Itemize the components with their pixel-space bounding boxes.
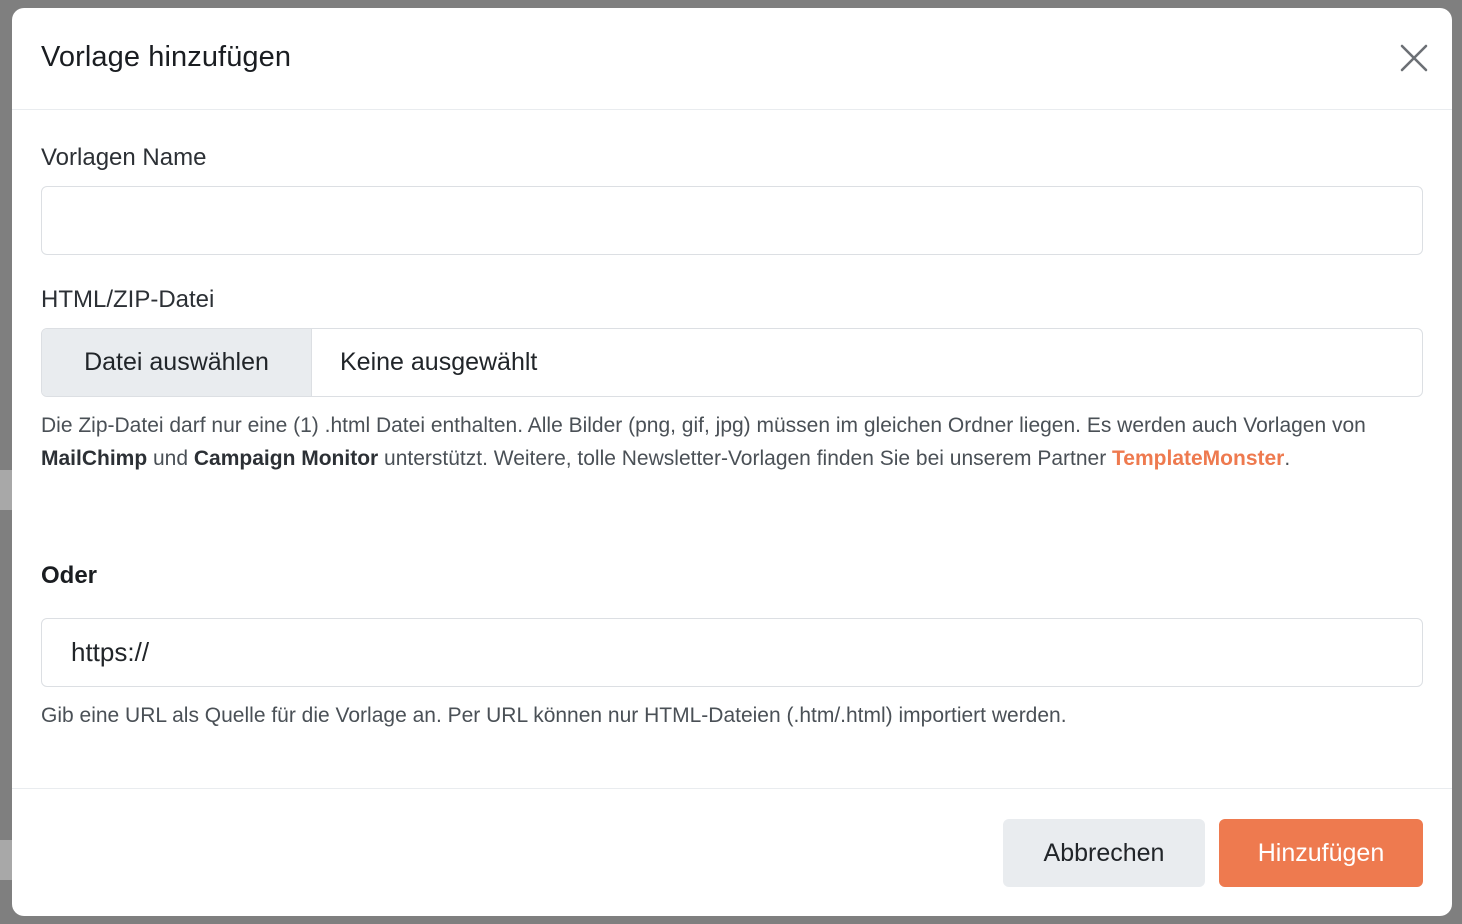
file-help-part3: unterstützt. Weitere, tolle Newsletter-V… [378, 447, 1113, 470]
backdrop-strip [0, 470, 12, 510]
file-help-part4: . [1284, 447, 1291, 470]
add-template-dialog: Vorlage hinzufügen Vorlagen Name HTML/ZI… [12, 8, 1452, 916]
file-label: HTML/ZIP-Datei [41, 286, 215, 313]
choose-file-button[interactable]: Datei auswählen [42, 329, 312, 396]
dialog-title: Vorlage hinzufügen [41, 41, 292, 73]
file-status: Keine ausgewählt [340, 348, 538, 376]
dialog-header: Vorlage hinzufügen [12, 8, 1452, 110]
close-icon [1400, 44, 1428, 72]
mailchimp-text: MailChimp [41, 447, 148, 470]
templatemonster-link[interactable]: TemplateMonster [1112, 447, 1284, 470]
backdrop-strip [0, 840, 12, 880]
template-url-input[interactable] [41, 618, 1423, 687]
close-button[interactable] [1398, 42, 1430, 74]
template-name-label: Vorlagen Name [41, 144, 207, 171]
or-label: Oder [41, 562, 98, 589]
cancel-button[interactable]: Abbrechen [1003, 819, 1205, 887]
file-help-text: Die Zip-Datei darf nur eine (1) .html Da… [41, 409, 1426, 475]
template-name-input[interactable] [41, 186, 1423, 255]
campaign-monitor-text: Campaign Monitor [193, 447, 379, 470]
file-help-part2: und [147, 447, 194, 470]
dialog-footer: Abbrechen Hinzufügen [12, 788, 1452, 916]
file-picker: Datei auswählen Keine ausgewählt [41, 328, 1423, 397]
url-help-text: Gib eine URL als Quelle für die Vorlage … [41, 704, 1067, 727]
file-help-part1: Die Zip-Datei darf nur eine (1) .html Da… [41, 414, 1366, 437]
add-button[interactable]: Hinzufügen [1219, 819, 1423, 887]
